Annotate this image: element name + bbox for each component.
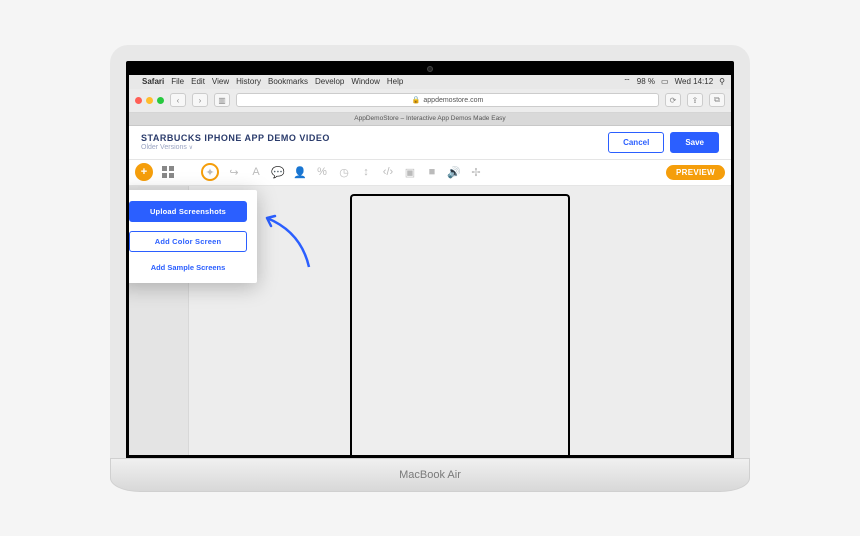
add-color-screen-button[interactable]: Add Color Screen <box>129 231 247 252</box>
wifi-icon[interactable]: ⌔ <box>623 77 631 87</box>
forward-icon[interactable]: › <box>192 93 208 107</box>
menubar-app-name[interactable]: Safari <box>142 77 164 86</box>
menu-view[interactable]: View <box>212 77 229 86</box>
menu-edit[interactable]: Edit <box>191 77 205 86</box>
timer-icon[interactable]: ◷ <box>337 165 351 179</box>
add-screen-popover: Upload Screenshots Add Color Screen Add … <box>129 190 257 283</box>
editor-area: Upload Screenshots Add Color Screen Add … <box>129 186 731 455</box>
hotspot-tool-icon[interactable]: ✦ <box>201 163 219 181</box>
cancel-button[interactable]: Cancel <box>608 132 664 153</box>
tabs-icon[interactable]: ⧉ <box>709 93 725 107</box>
laptop-model-label: MacBook Air <box>399 469 461 481</box>
menu-history[interactable]: History <box>236 77 261 86</box>
share-icon[interactable]: ⇪ <box>687 93 703 107</box>
video-icon[interactable]: ■ <box>425 165 439 179</box>
macos-menubar: Safari File Edit View History Bookmarks … <box>129 75 731 89</box>
height-icon[interactable]: ↕ <box>359 165 373 179</box>
address-bar[interactable]: 🔒 appdemostore.com <box>236 93 659 107</box>
redo-icon[interactable]: ↪ <box>227 165 241 179</box>
clock[interactable]: Wed 14:12 <box>675 77 714 86</box>
save-button[interactable]: Save <box>670 132 719 153</box>
sound-icon[interactable]: 🔊 <box>447 165 461 179</box>
sidebar-icon[interactable]: ▥ <box>214 93 230 107</box>
menu-bookmarks[interactable]: Bookmarks <box>268 77 308 86</box>
canvas-area <box>189 186 731 455</box>
app-header: STARBUCKS IPHONE APP DEMO VIDEO Older Ve… <box>129 126 731 160</box>
editor-toolbar: + ✦ ↪ A 💬 👤 % ◷ ↕ ‹/› ▣ ■ 🔊 ✢ PREVIEW <box>129 160 731 186</box>
battery-icon[interactable]: ▭ <box>661 77 669 86</box>
window-close-icon[interactable] <box>135 97 142 104</box>
image-icon[interactable]: ▣ <box>403 165 417 179</box>
camera-icon <box>427 66 433 72</box>
link-icon[interactable]: % <box>315 165 329 179</box>
lock-icon: 🔒 <box>412 96 421 104</box>
laptop-lid: Safari File Edit View History Bookmarks … <box>110 45 750 458</box>
rotate-3d-icon[interactable]: ✢ <box>469 165 483 179</box>
add-sample-screens-link[interactable]: Add Sample Screens <box>129 261 247 274</box>
grid-icon[interactable] <box>161 165 175 179</box>
tab-title: AppDemoStore – Interactive App Demos Mad… <box>354 115 505 122</box>
add-screen-button[interactable]: + <box>135 163 153 181</box>
reload-icon[interactable]: ⟳ <box>665 93 681 107</box>
menu-file[interactable]: File <box>171 77 184 86</box>
menu-help[interactable]: Help <box>387 77 403 86</box>
laptop-base: MacBook Air <box>110 458 750 492</box>
menu-window[interactable]: Window <box>351 77 379 86</box>
comment-icon[interactable]: 💬 <box>271 165 285 179</box>
window-zoom-icon[interactable] <box>157 97 164 104</box>
safari-tab[interactable]: AppDemoStore – Interactive App Demos Mad… <box>129 113 731 126</box>
text-tool-icon[interactable]: A <box>249 165 263 179</box>
preview-button[interactable]: PREVIEW <box>666 165 725 180</box>
device-mockup[interactable] <box>350 194 570 455</box>
traffic-lights <box>135 97 164 104</box>
safari-toolbar: ‹ › ▥ 🔒 appdemostore.com ⟳ ⇪ ⧉ <box>129 89 731 113</box>
back-icon[interactable]: ‹ <box>170 93 186 107</box>
upload-screenshots-button[interactable]: Upload Screenshots <box>129 201 247 222</box>
address-url: appdemostore.com <box>423 97 483 104</box>
page-title: STARBUCKS IPHONE APP DEMO VIDEO <box>141 133 602 143</box>
window-minimize-icon[interactable] <box>146 97 153 104</box>
laptop-frame: Safari File Edit View History Bookmarks … <box>110 45 750 492</box>
older-versions-dropdown[interactable]: Older Versions <box>141 144 602 151</box>
screen: Safari File Edit View History Bookmarks … <box>129 75 731 455</box>
spotlight-icon[interactable]: ⚲ <box>719 77 725 86</box>
menu-develop[interactable]: Develop <box>315 77 344 86</box>
code-icon[interactable]: ‹/› <box>381 165 395 179</box>
battery-percent[interactable]: 98 % <box>637 77 655 86</box>
user-icon[interactable]: 👤 <box>293 165 307 179</box>
